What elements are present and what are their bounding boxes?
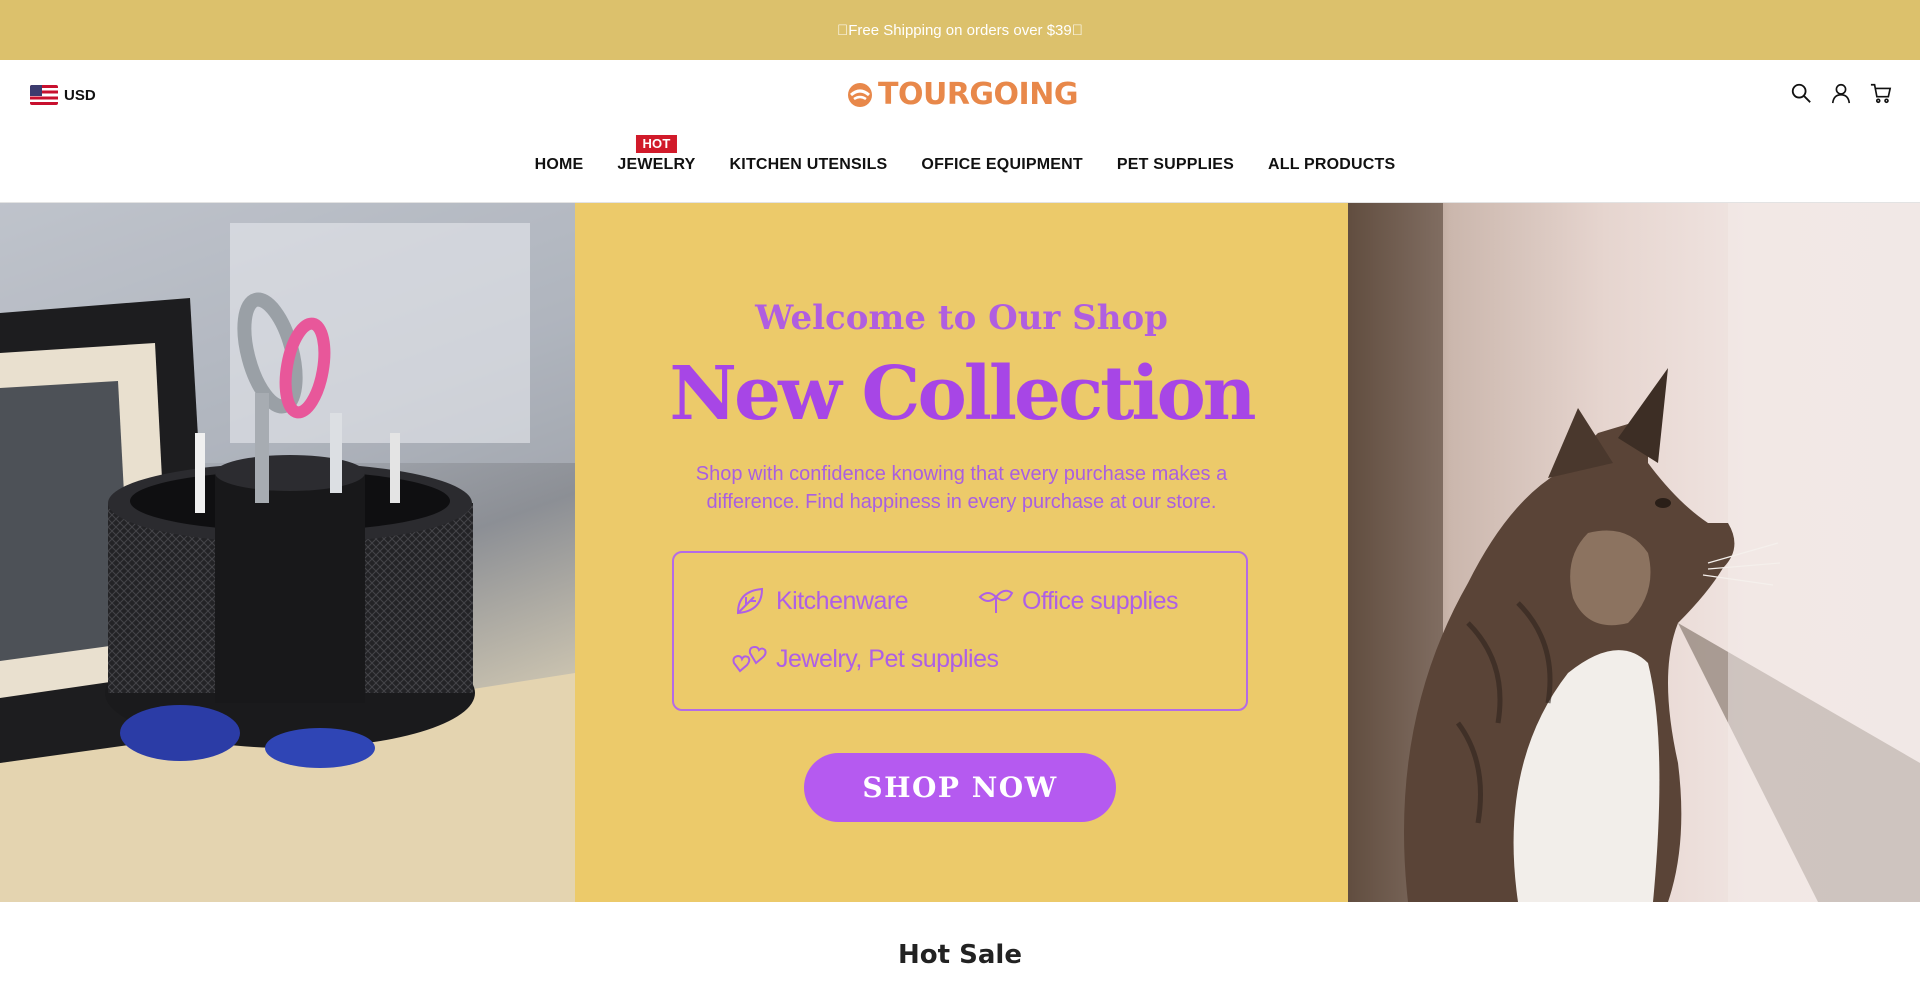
cat-image [1348, 203, 1920, 902]
desk-organizer-illustration [0, 203, 575, 902]
hearts-icon [732, 645, 767, 673]
hero-banner[interactable]: Welcome to Our Shop New Collection Shop … [0, 203, 1920, 902]
category-label: Jewelry, Pet supplies [776, 644, 999, 673]
search-icon[interactable] [1790, 82, 1812, 104]
logo-mark-icon [848, 82, 872, 107]
nav-item-office-equipment[interactable]: OFFICE EQUIPMENT [921, 156, 1082, 174]
nav-item-jewelry[interactable]: HOT JEWELRY [617, 135, 696, 174]
account-icon[interactable] [1830, 82, 1852, 104]
nav-item-kitchen-utensils[interactable]: KITCHEN UTENSILS [730, 156, 888, 174]
nav-item-all-products[interactable]: ALL PRODUCTS [1268, 156, 1395, 174]
nav-item-pet-supplies[interactable]: PET SUPPLIES [1117, 156, 1234, 174]
header-actions [1790, 82, 1892, 104]
nav-item-label: JEWELRY [617, 156, 696, 173]
cat-illustration [1348, 203, 1920, 902]
category-office-supplies[interactable]: Office supplies [978, 583, 1179, 619]
main-nav: HOME HOT JEWELRY KITCHEN UTENSILS OFFICE… [0, 135, 1920, 174]
leaves-icon [978, 589, 1014, 613]
site-logo[interactable]: TOURGOING [846, 77, 1078, 112]
category-box: Kitchenware Office supplies Jewelry, Pet… [672, 551, 1248, 711]
desk-organizer-image [0, 203, 575, 902]
currency-selector[interactable]: USD [30, 85, 96, 105]
announcement-bar:  Free Shipping on orders over $39  [0, 0, 1920, 60]
hero-title: New Collection [669, 351, 1256, 437]
category-jewelry-pet-supplies[interactable]: Jewelry, Pet supplies [732, 641, 999, 677]
nav-item-home[interactable]: HOME [535, 156, 584, 174]
category-kitchenware[interactable]: Kitchenware [732, 583, 909, 619]
hero-subtitle: Shop with confidence knowing that every … [695, 463, 1228, 513]
logo-text: TOURGOING [878, 77, 1078, 112]
category-label: Kitchenware [776, 586, 909, 615]
leaf-icon [736, 587, 764, 615]
currency-label: USD [64, 86, 96, 104]
site-header: USD TOURGOING HOME HOT JEWELRY KITCHEN U… [0, 60, 1920, 203]
us-flag-icon [30, 85, 58, 105]
shop-now-button[interactable]: SHOP NOW [804, 753, 1116, 822]
category-label: Office supplies [1022, 586, 1179, 615]
cart-icon[interactable] [1870, 82, 1892, 104]
welcome-heading: Welcome to Our Shop [755, 298, 1168, 338]
section-title-hot-sale: Hot Sale [898, 940, 1022, 970]
promo-panel: Welcome to Our Shop New Collection Shop … [575, 203, 1348, 902]
hot-badge: HOT [636, 135, 677, 153]
announcement-text:  Free Shipping on orders over $39  [837, 21, 1083, 39]
